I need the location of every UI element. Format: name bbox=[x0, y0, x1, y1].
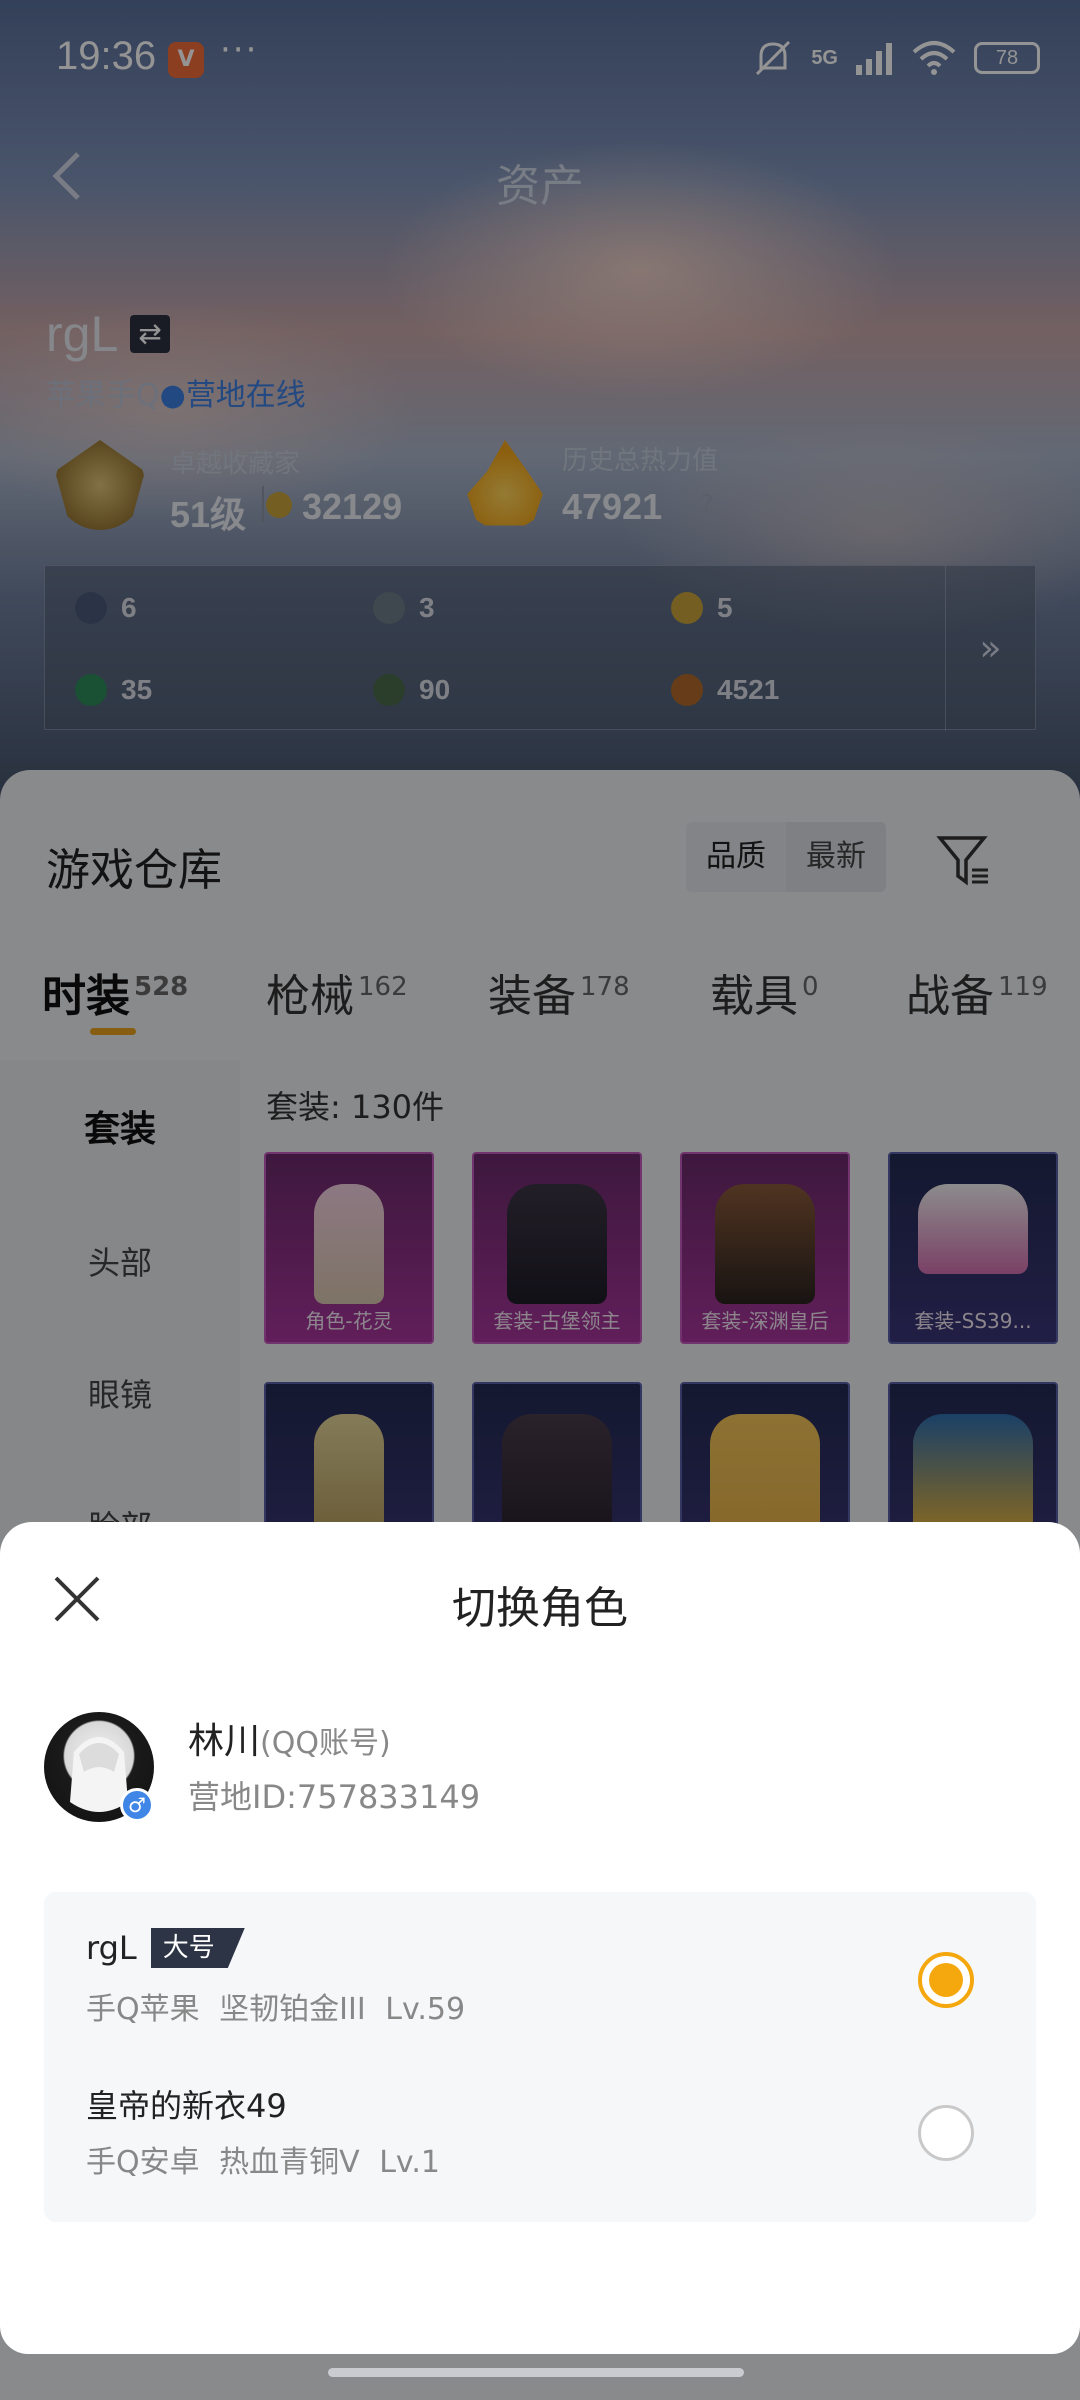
role-name: 皇帝的新衣49 bbox=[86, 2087, 287, 2125]
account-info: ♂ 林川(QQ账号) 营地ID:757833149 bbox=[44, 1712, 1036, 1832]
gender-male-icon: ♂ bbox=[120, 1788, 154, 1822]
switch-role-sheet: 切换角色 ♂ 林川(QQ账号) 营地ID:757833149 rgL 大号 手Q… bbox=[0, 1522, 1080, 2354]
role-detail: 手Q苹果 坚韧铂金III Lv.59 bbox=[86, 1992, 466, 2027]
role-name: rgL 大号 bbox=[86, 1928, 245, 1968]
role-radio-selected[interactable] bbox=[918, 1952, 974, 2008]
role-option-main[interactable]: rgL 大号 手Q苹果 坚韧铂金III Lv.59 bbox=[44, 1904, 1036, 2054]
home-indicator[interactable] bbox=[328, 2368, 744, 2377]
account-type: (QQ账号) bbox=[260, 1726, 391, 1761]
account-id: 营地ID:757833149 bbox=[188, 1778, 481, 1816]
role-list: rgL 大号 手Q苹果 坚韧铂金III Lv.59 皇帝的新衣49 手Q安卓 热… bbox=[44, 1892, 1036, 2222]
role-detail: 手Q安卓 热血青铜V Lv.1 bbox=[86, 2145, 440, 2180]
main-account-badge: 大号 bbox=[150, 1928, 245, 1968]
sheet-title: 切换角色 bbox=[452, 1583, 628, 1634]
account-name: 林川(QQ账号) bbox=[188, 1721, 391, 1762]
role-option-alt[interactable]: 皇帝的新衣49 手Q安卓 热血青铜V Lv.1 bbox=[44, 2057, 1036, 2207]
role-radio[interactable] bbox=[918, 2105, 974, 2161]
